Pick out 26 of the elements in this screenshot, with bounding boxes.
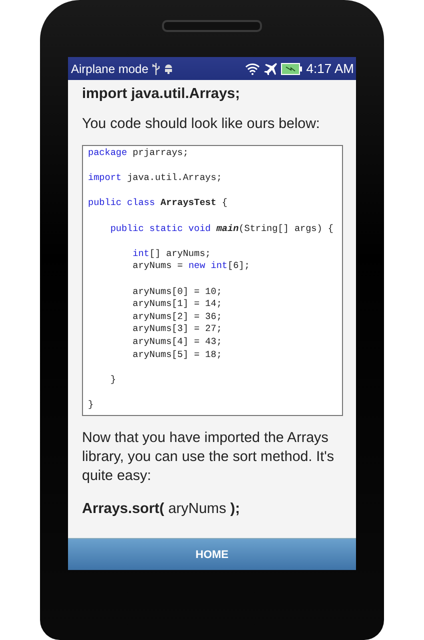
code-line: package prjarrays; (88, 147, 190, 160)
code-line: aryNums = new int[6]; (132, 260, 251, 273)
code-line: int[] aryNums; (132, 248, 212, 260)
code-example: Arrays.sort( aryNums ); (82, 501, 241, 517)
code-line: } (109, 374, 117, 386)
code-line: } (88, 398, 95, 412)
code-line: public class ArraysTest { (88, 197, 228, 210)
code-line: import java.util.Arrays; (88, 172, 223, 185)
robot-icon (164, 63, 174, 74)
usb-icon (152, 62, 160, 74)
intro-text: You code should look like ours below: (82, 115, 321, 134)
code-line: aryNums[3] = 27; (132, 323, 223, 336)
paragraph: Now that you have imported the Arrays library, you can use the sort method. It's quite easy: (82, 429, 335, 486)
airplane-icon (264, 62, 278, 75)
heading: import java.util.Arrays; (82, 86, 241, 102)
wifi-icon (245, 62, 260, 74)
code-line: aryNums[5] = 18; (132, 348, 223, 362)
code-line: aryNums[1] = 14; (132, 298, 223, 311)
code-line: aryNums[4] = 43; (132, 336, 223, 348)
clock-time: 4:17 AM (306, 61, 354, 76)
code-line: aryNums[2] = 36; (132, 310, 223, 324)
battery-icon (281, 62, 302, 74)
code-line: aryNums[0] = 10; (132, 286, 223, 298)
status-text: Airplane mode (71, 62, 148, 76)
home-button[interactable]: HOME (68, 538, 356, 570)
code-line: public static void main(String[] args) { (109, 222, 334, 236)
